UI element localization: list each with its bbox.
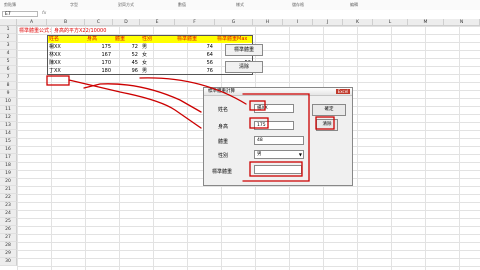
name-field-circle	[249, 100, 266, 111]
result-field-circle	[249, 161, 303, 177]
height-field-circle	[249, 117, 269, 129]
annotation-overlay	[46, 75, 335, 182]
selected-name-cell-mark	[46, 75, 70, 86]
input-group-bracket	[242, 93, 310, 182]
clear-button-circle	[315, 116, 335, 130]
